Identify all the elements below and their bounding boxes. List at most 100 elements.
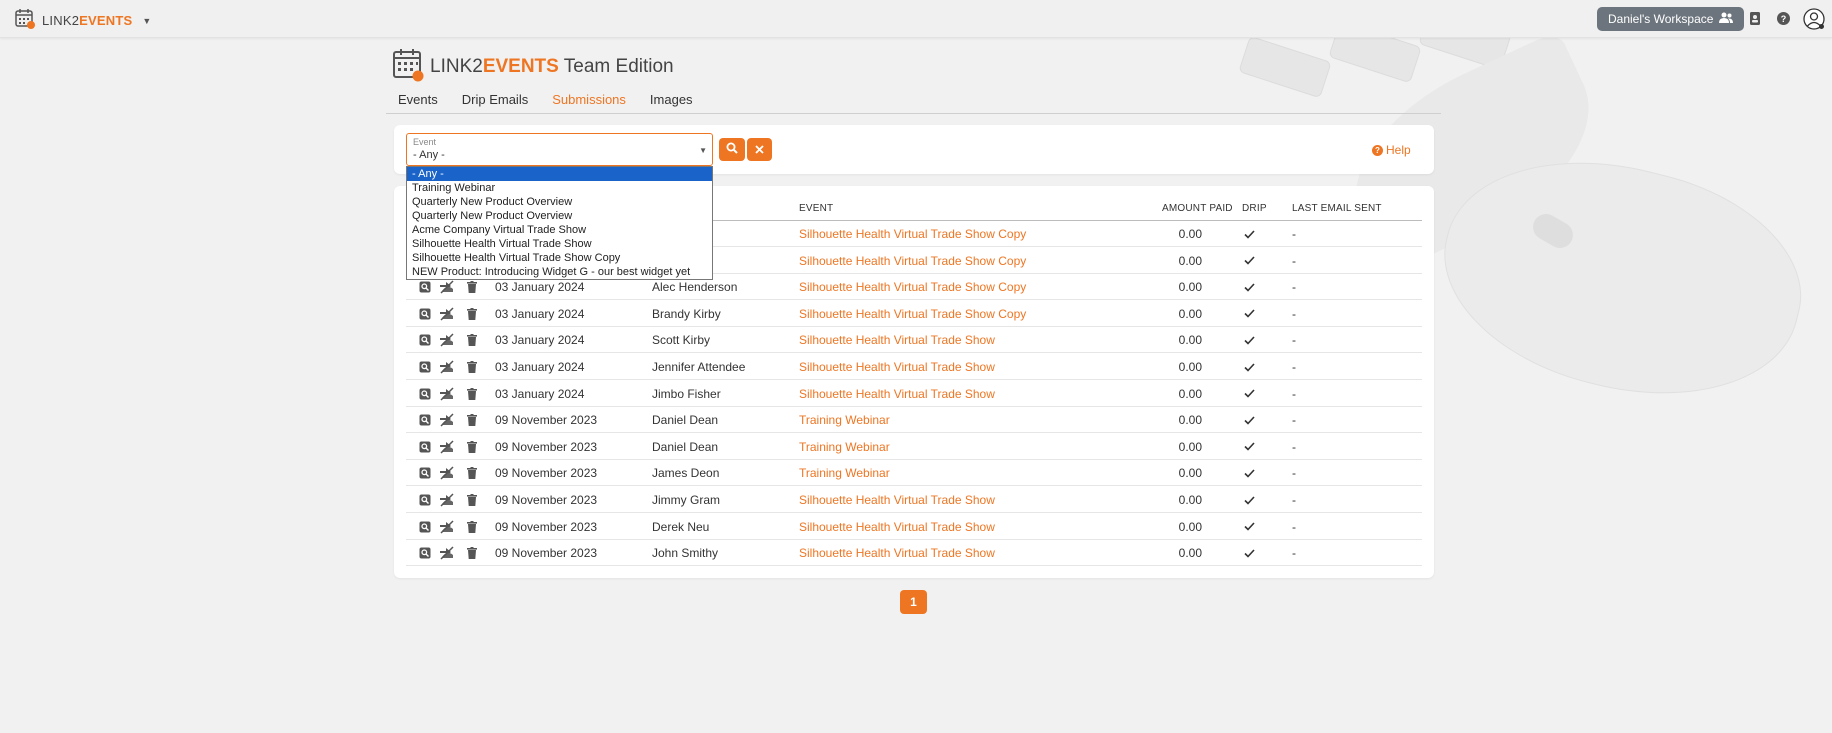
view-icon[interactable] (418, 280, 432, 294)
trash-icon[interactable] (465, 440, 479, 454)
row-event-link[interactable]: Training Webinar (799, 440, 890, 454)
row-date: 03 January 2024 (495, 386, 585, 401)
row-date: 03 January 2024 (495, 360, 585, 374)
row-event-link[interactable]: Silhouette Health Virtual Trade Show Cop… (799, 227, 1026, 241)
row-event-link[interactable]: Silhouette Health Virtual Trade Show (799, 520, 995, 534)
col-header-amount-paid[interactable]: AMOUNT PAID (1162, 203, 1233, 214)
view-icon[interactable] (418, 333, 432, 347)
no-drip-icon[interactable] (438, 413, 456, 427)
table-row: 03 January 2024 Jennifer Attendee Silhouet… (406, 354, 1422, 380)
workspace-label: Daniel's Workspace (1608, 12, 1714, 26)
view-icon[interactable] (418, 440, 432, 454)
col-header-last-email-sent[interactable]: LAST EMAIL SENT (1292, 203, 1382, 214)
tab-submissions[interactable]: Submissions (540, 91, 638, 113)
table-row: 03 January 2024 Jimbo Fisher Silhouette He… (406, 381, 1422, 407)
row-last-email-sent: - (1292, 413, 1296, 428)
row-event-link[interactable]: Silhouette Health Virtual Trade Show (799, 360, 995, 374)
row-event-link[interactable]: Training Webinar (799, 413, 890, 427)
event-select[interactable]: Event - Any - ▼ (406, 133, 713, 166)
check-icon (1242, 546, 1256, 560)
row-event-link[interactable]: Silhouette Health Virtual Trade Show Cop… (799, 280, 1026, 294)
view-icon[interactable] (418, 307, 432, 321)
row-amount-paid: 0.00 (1178, 333, 1202, 348)
help-link[interactable]: ? Help (1372, 143, 1411, 157)
workspace-button[interactable]: Daniel's Workspace (1597, 7, 1745, 31)
col-header-event[interactable]: EVENT (799, 203, 833, 214)
tab-images[interactable]: Images (638, 91, 705, 113)
calendar-icon (392, 48, 424, 85)
trash-icon[interactable] (465, 360, 479, 374)
row-event-link[interactable]: Training Webinar (799, 466, 890, 480)
no-drip-icon[interactable] (438, 466, 456, 480)
trash-icon[interactable] (465, 307, 479, 321)
trash-icon[interactable] (465, 387, 479, 401)
row-event-link[interactable]: Silhouette Health Virtual Trade Show (799, 493, 995, 507)
view-icon[interactable] (418, 360, 432, 374)
table-row: 03 January 2024 Scott Kirby Silhouette Hea… (406, 327, 1422, 354)
view-icon[interactable] (418, 413, 432, 427)
page-title: LINK2EVENTS Team Edition (392, 48, 674, 85)
no-drip-icon[interactable] (438, 333, 456, 347)
check-icon (1242, 280, 1256, 294)
row-event-link[interactable]: Silhouette Health Virtual Trade Show (799, 546, 995, 560)
view-icon[interactable] (418, 387, 432, 401)
view-icon[interactable] (418, 520, 432, 534)
row-event-link[interactable]: Silhouette Health Virtual Trade Show Cop… (799, 254, 1026, 268)
trash-icon[interactable] (465, 280, 479, 294)
no-drip-icon[interactable] (438, 387, 456, 401)
view-icon[interactable] (418, 493, 432, 507)
dropdown-option[interactable]: - Any - (407, 167, 712, 181)
pagination-page-1[interactable]: 1 (900, 590, 927, 614)
view-icon[interactable] (418, 466, 432, 480)
main-nav: Events Drip Emails Submissions Images (386, 91, 1441, 114)
check-icon (1242, 493, 1256, 507)
view-icon[interactable] (418, 546, 432, 560)
row-name: Daniel Dean (652, 439, 719, 454)
address-book-icon[interactable] (1747, 10, 1763, 26)
row-event-link[interactable]: Silhouette Health Virtual Trade Show (799, 333, 995, 347)
check-icon (1242, 413, 1256, 427)
trash-icon[interactable] (465, 546, 479, 560)
row-amount-paid: 0.00 (1178, 360, 1202, 374)
no-drip-icon[interactable] (438, 493, 456, 507)
tab-drip-emails[interactable]: Drip Emails (450, 91, 540, 113)
help-icon[interactable]: ? (1775, 10, 1791, 26)
dropdown-option[interactable]: Quarterly New Product Overview (407, 209, 712, 223)
search-icon (726, 142, 738, 157)
row-event-link[interactable]: Silhouette Health Virtual Trade Show (799, 387, 995, 401)
no-drip-icon[interactable] (438, 546, 456, 560)
mouse-wheel-decoration (1528, 209, 1578, 253)
row-last-email-sent: - (1292, 280, 1296, 295)
trash-icon[interactable] (465, 520, 479, 534)
dropdown-option[interactable]: Silhouette Health Virtual Trade Show (407, 237, 712, 251)
tab-events[interactable]: Events (386, 91, 450, 113)
no-drip-icon[interactable] (438, 520, 456, 534)
no-drip-icon[interactable] (438, 307, 456, 321)
trash-icon[interactable] (465, 413, 479, 427)
clear-button[interactable] (747, 138, 772, 161)
trash-icon[interactable] (465, 466, 479, 480)
dropdown-option[interactable]: Acme Company Virtual Trade Show (407, 223, 712, 237)
user-avatar-icon[interactable] (1803, 8, 1825, 30)
search-button[interactable] (719, 138, 745, 161)
check-icon (1242, 227, 1256, 241)
dropdown-option[interactable]: Silhouette Health Virtual Trade Show Cop… (407, 251, 712, 265)
row-date: 09 November 2023 (495, 519, 598, 534)
trash-icon[interactable] (465, 493, 479, 507)
caret-down-icon: ▼ (142, 15, 152, 26)
no-drip-icon[interactable] (438, 440, 456, 454)
app-switcher[interactable]: LINK2EVENTS ▼ (14, 8, 151, 33)
dropdown-option[interactable]: NEW Product: Introducing Widget G - our … (407, 265, 712, 279)
no-drip-icon[interactable] (438, 360, 456, 374)
trash-icon[interactable] (465, 333, 479, 347)
dropdown-option[interactable]: Quarterly New Product Overview (407, 195, 712, 209)
no-drip-icon[interactable] (438, 280, 456, 294)
col-header-drip[interactable]: DRIP (1242, 203, 1267, 214)
dropdown-option[interactable]: Training Webinar (407, 181, 712, 195)
table-row: 09 November 2023 Daniel Dean Training Webi… (406, 434, 1422, 460)
row-event-link[interactable]: Silhouette Health Virtual Trade Show Cop… (799, 307, 1026, 321)
keyboard-key-decoration (1418, 38, 1512, 71)
row-amount-paid: 0.00 (1178, 413, 1202, 428)
row-date: 03 January 2024 (495, 306, 585, 321)
row-name: James Deon (652, 466, 720, 481)
